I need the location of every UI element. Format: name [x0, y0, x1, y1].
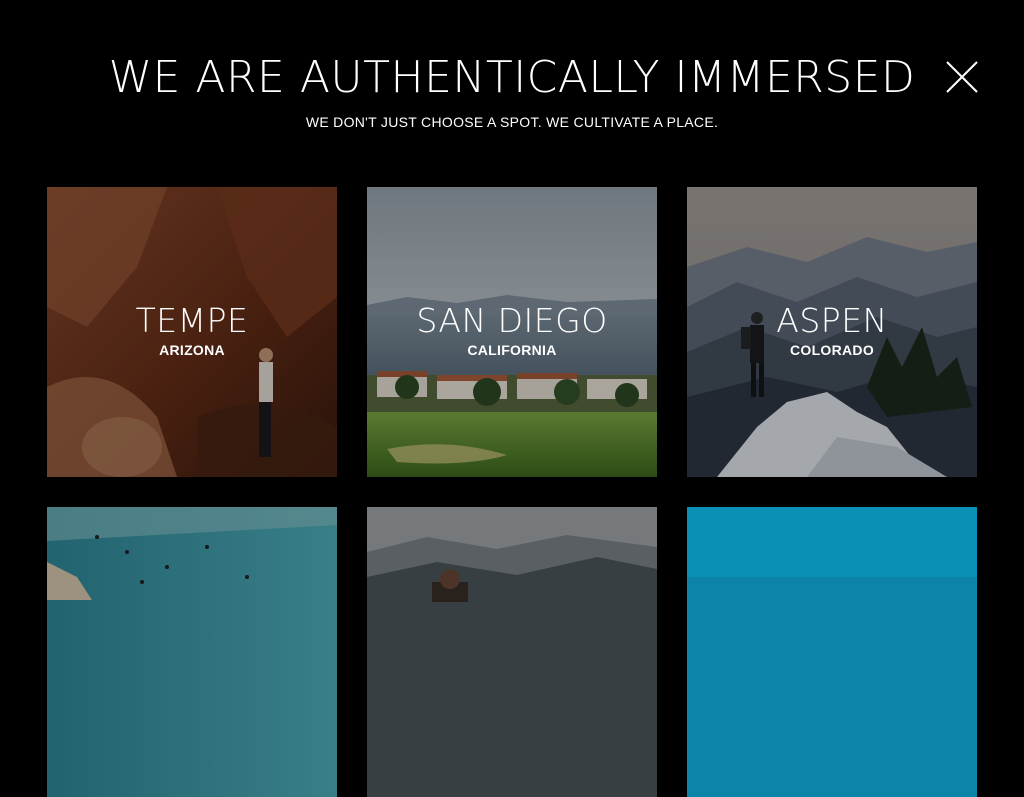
destination-photo — [687, 507, 977, 797]
tile-city: ASPEN — [776, 301, 888, 340]
tile-state: CALIFORNIA — [467, 342, 557, 358]
destination-tile-teal[interactable] — [687, 507, 977, 797]
page-subtitle: WE DON'T JUST CHOOSE A SPOT. WE CULTIVAT… — [305, 114, 719, 130]
close-icon — [946, 61, 978, 93]
tile-city: SAN DIEGO — [416, 301, 608, 340]
destination-tile-beach[interactable] — [47, 507, 337, 797]
destination-tile-aspen[interactable]: ASPEN COLORADO — [687, 187, 977, 477]
tile-state: ARIZONA — [159, 342, 225, 358]
tile-state: COLORADO — [789, 342, 875, 358]
destination-tile-san-diego[interactable]: SAN DIEGO CALIFORNIA — [367, 187, 657, 477]
page-title: WE ARE AUTHENTICALLY IMMERSED — [108, 52, 916, 103]
destination-tile-mountains[interactable] — [367, 507, 657, 797]
close-button[interactable] — [942, 57, 982, 97]
destination-tile-tempe[interactable]: TEMPE ARIZONA — [47, 187, 337, 477]
tile-city: TEMPE — [135, 301, 249, 340]
tile-overlay — [367, 507, 657, 797]
tile-overlay — [47, 507, 337, 797]
